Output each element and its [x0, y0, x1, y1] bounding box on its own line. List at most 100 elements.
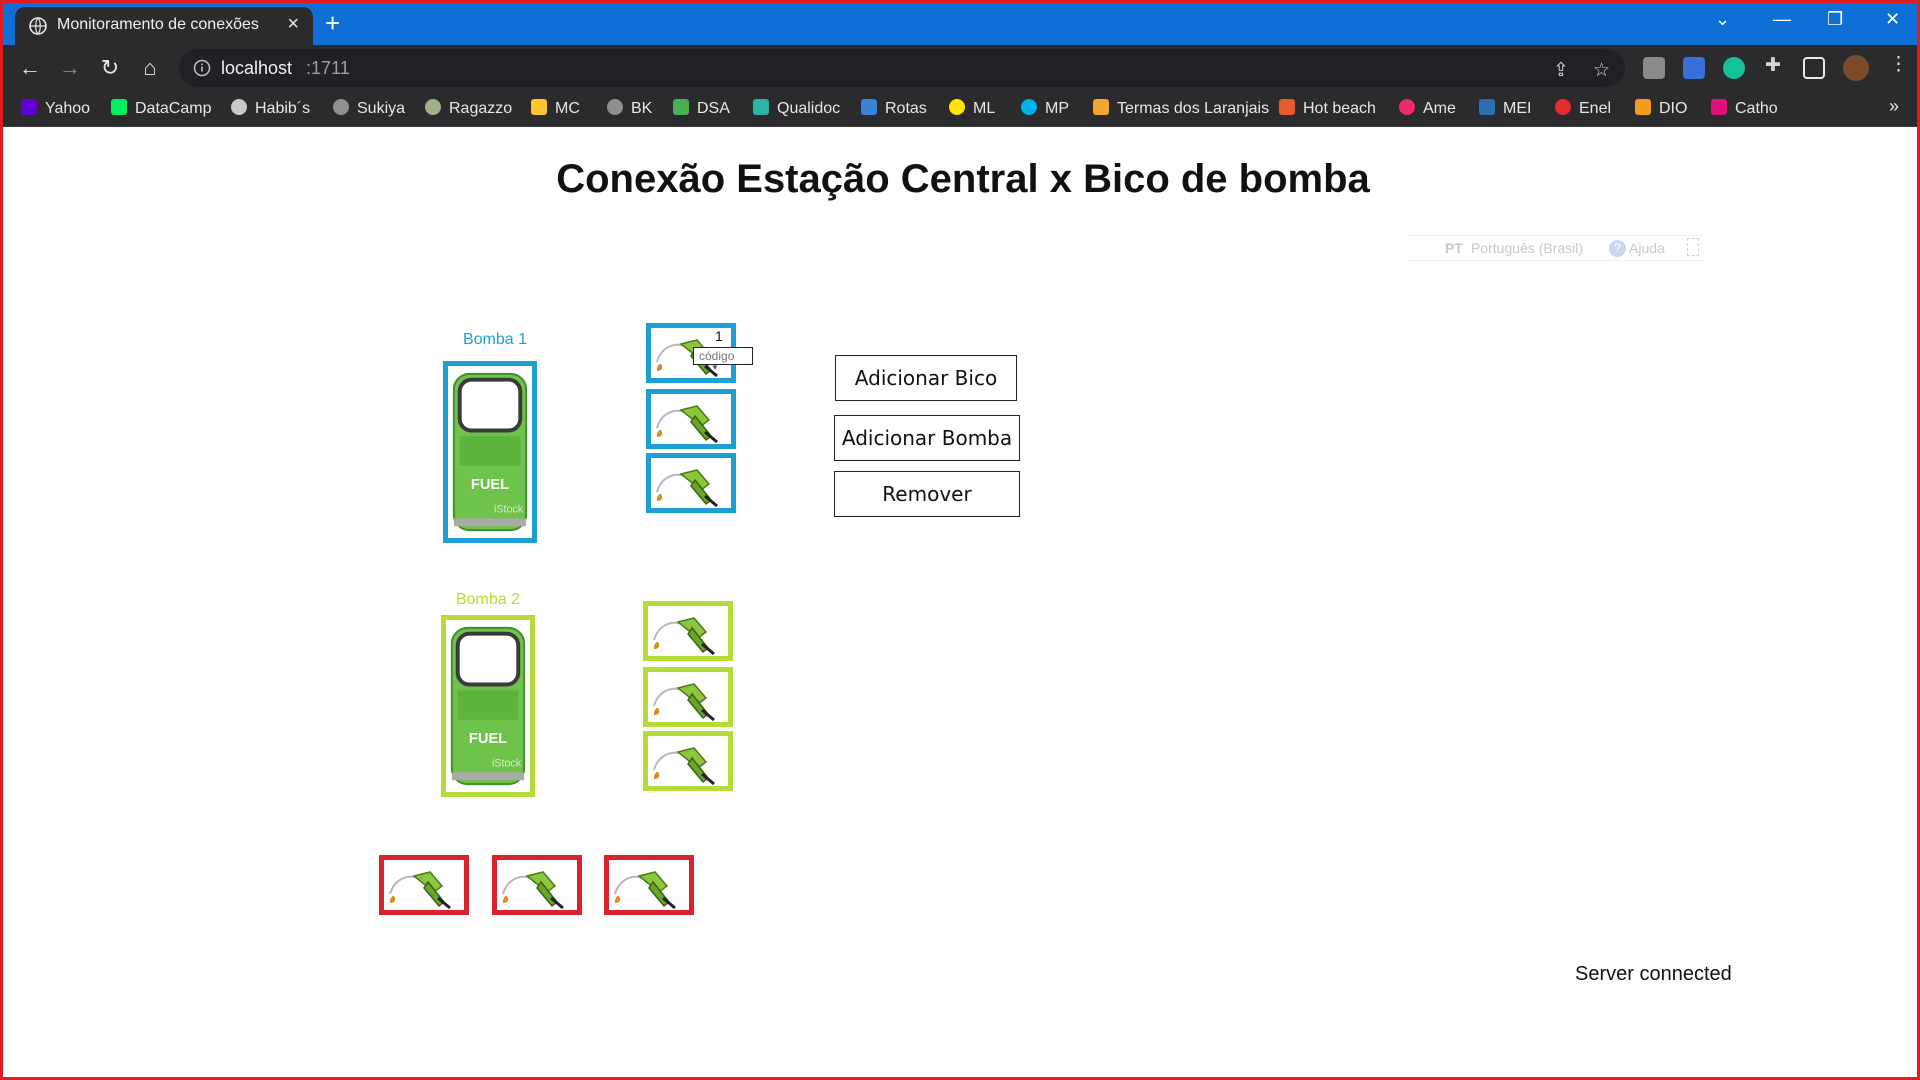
language-code[interactable]: PT — [1445, 240, 1463, 256]
bookmark-ragazzo[interactable]: Ragazzo — [425, 99, 512, 118]
pump-1[interactable]: FUEL iStock — [443, 361, 537, 543]
browser-tab[interactable]: Monitoramento de conexões × — [15, 7, 313, 45]
chevron-down-icon: ▼ — [711, 363, 719, 372]
bookmark-bk[interactable]: BK — [607, 99, 652, 118]
page-title: Conexão Estação Central x Bico de bomba — [556, 157, 1370, 201]
new-tab-button[interactable]: + — [325, 9, 340, 37]
bookmark-qualidoc[interactable]: Qualidoc — [753, 99, 840, 118]
bookmark-star-icon[interactable]: ☆ — [1593, 59, 1610, 82]
yahoo-icon — [21, 99, 37, 115]
mercadopago-icon — [1021, 99, 1037, 115]
tab-search-icon[interactable]: ⌄ — [1715, 9, 1730, 30]
browser-toolbar: ← → ↻ ⌂ localhost :1711 ⇪ ☆ ✚ ⋮ — [3, 45, 1917, 91]
bookmark-habibs[interactable]: Habib´s — [231, 99, 310, 118]
pump-1-nozzle-2[interactable] — [646, 389, 736, 449]
help-icon[interactable]: ? — [1609, 240, 1626, 257]
restore-button[interactable]: ❐ — [1827, 9, 1843, 30]
fuel-nozzle-icon — [652, 616, 716, 656]
pump-1-text: FUEL — [471, 477, 509, 493]
help-label[interactable]: Ajuda — [1629, 240, 1665, 256]
habibs-icon — [231, 99, 247, 115]
extensions-puzzle-icon[interactable]: ✚ — [1765, 54, 1781, 77]
fuel-pump-icon: FUEL iStock — [449, 625, 527, 787]
ragazzo-icon — [425, 99, 441, 115]
fuel-nozzle-icon — [388, 870, 452, 910]
pump-2-text: FUEL — [469, 731, 507, 747]
bookmarks-bar: Yahoo DataCamp Habib´s Sukiya Ragazzo MC… — [3, 91, 1917, 127]
unassigned-nozzle-3[interactable] — [604, 855, 694, 915]
bookmark-datacamp[interactable]: DataCamp — [111, 99, 211, 118]
pump-1-nozzle-3[interactable] — [646, 453, 736, 513]
close-tab-icon[interactable]: × — [287, 13, 299, 36]
nozzle-code-input[interactable] — [693, 347, 753, 365]
profile-avatar[interactable] — [1843, 55, 1869, 81]
url-host: localhost — [221, 58, 293, 78]
devtools-extension-icon[interactable] — [1643, 57, 1665, 79]
url-port: :1711 — [306, 58, 350, 78]
minimize-button[interactable]: — — [1773, 9, 1791, 30]
pump-2-nozzle-3[interactable] — [643, 731, 733, 791]
fuel-nozzle-icon — [501, 870, 565, 910]
pump-2-nozzle-1[interactable] — [643, 601, 733, 661]
bookmark-termas[interactable]: Termas dos Laranjais — [1093, 99, 1269, 118]
pump-2-watermark: iStock — [492, 758, 522, 770]
rotas-icon — [861, 99, 877, 115]
close-window-button[interactable]: ✕ — [1885, 9, 1900, 30]
pump-2-label: Bomba 2 — [455, 591, 521, 608]
unassigned-nozzle-2[interactable] — [492, 855, 582, 915]
language-name[interactable]: Português (Brasil) — [1471, 240, 1583, 256]
dsa-icon — [673, 99, 689, 115]
pump-2-nozzle-2[interactable] — [643, 667, 733, 727]
home-button[interactable]: ⌂ — [137, 55, 163, 81]
share-icon[interactable]: ⇪ — [1553, 59, 1569, 82]
catho-icon — [1711, 99, 1727, 115]
fuel-nozzle-icon — [613, 870, 677, 910]
mcdonalds-icon — [531, 99, 547, 115]
tab-title: Monitoramento de conexões — [57, 16, 259, 33]
dio-icon — [1635, 99, 1651, 115]
pump-2[interactable]: FUEL iStock — [441, 615, 535, 797]
unassigned-nozzle-1[interactable] — [379, 855, 469, 915]
reload-button[interactable]: ↻ — [97, 55, 123, 81]
bookmark-mei[interactable]: MEI — [1479, 99, 1531, 118]
bookmark-dsa[interactable]: DSA — [673, 99, 730, 118]
remove-button[interactable]: Remover — [834, 471, 1020, 517]
bookmark-mp[interactable]: MP — [1021, 99, 1069, 118]
bookmark-dio[interactable]: DIO — [1635, 99, 1687, 118]
translate-extension-icon[interactable] — [1683, 57, 1705, 79]
info-icon[interactable] — [193, 59, 211, 77]
add-pump-button[interactable]: Adicionar Bomba — [834, 415, 1020, 461]
back-button[interactable]: ← — [17, 55, 43, 81]
nozzle-code-number: 1 — [715, 328, 723, 344]
hot-beach-icon — [1279, 99, 1295, 115]
expand-icon[interactable] — [1687, 238, 1699, 256]
bookmark-ame[interactable]: Ame — [1399, 99, 1456, 118]
pump-1-watermark: iStock — [494, 504, 524, 516]
grammarly-icon[interactable] — [1723, 57, 1745, 79]
side-panel-icon[interactable] — [1803, 57, 1825, 79]
forward-button[interactable]: → — [57, 55, 83, 81]
fuel-nozzle-icon — [652, 746, 716, 786]
menu-kebab-icon[interactable]: ⋮ — [1889, 53, 1908, 76]
qualidoc-icon — [753, 99, 769, 115]
mercadolivre-icon — [949, 99, 965, 115]
mei-icon — [1479, 99, 1495, 115]
bookmark-ml[interactable]: ML — [949, 99, 995, 118]
globe-icon — [333, 99, 349, 115]
bookmark-enel[interactable]: Enel — [1555, 99, 1611, 118]
bookmark-rotas[interactable]: Rotas — [861, 99, 927, 118]
language-bar: PT Português (Brasil) ? Ajuda — [1409, 235, 1705, 261]
globe-icon — [607, 99, 623, 115]
add-nozzle-button[interactable]: Adicionar Bico — [835, 355, 1017, 401]
fuel-nozzle-icon — [652, 682, 716, 722]
more-bookmarks-icon[interactable]: » — [1889, 96, 1899, 117]
globe-icon — [29, 17, 47, 35]
bookmark-mc[interactable]: MC — [531, 99, 580, 118]
browser-window: Monitoramento de conexões × + ⌄ — ❐ ✕ ← … — [0, 0, 1920, 1080]
address-bar[interactable]: localhost :1711 ⇪ ☆ — [179, 49, 1625, 87]
bookmark-yahoo[interactable]: Yahoo — [21, 99, 90, 118]
bookmark-hot-beach[interactable]: Hot beach — [1279, 99, 1376, 118]
fuel-nozzle-icon — [655, 404, 719, 444]
bookmark-catho[interactable]: Catho — [1711, 99, 1778, 118]
bookmark-sukiya[interactable]: Sukiya — [333, 99, 405, 118]
